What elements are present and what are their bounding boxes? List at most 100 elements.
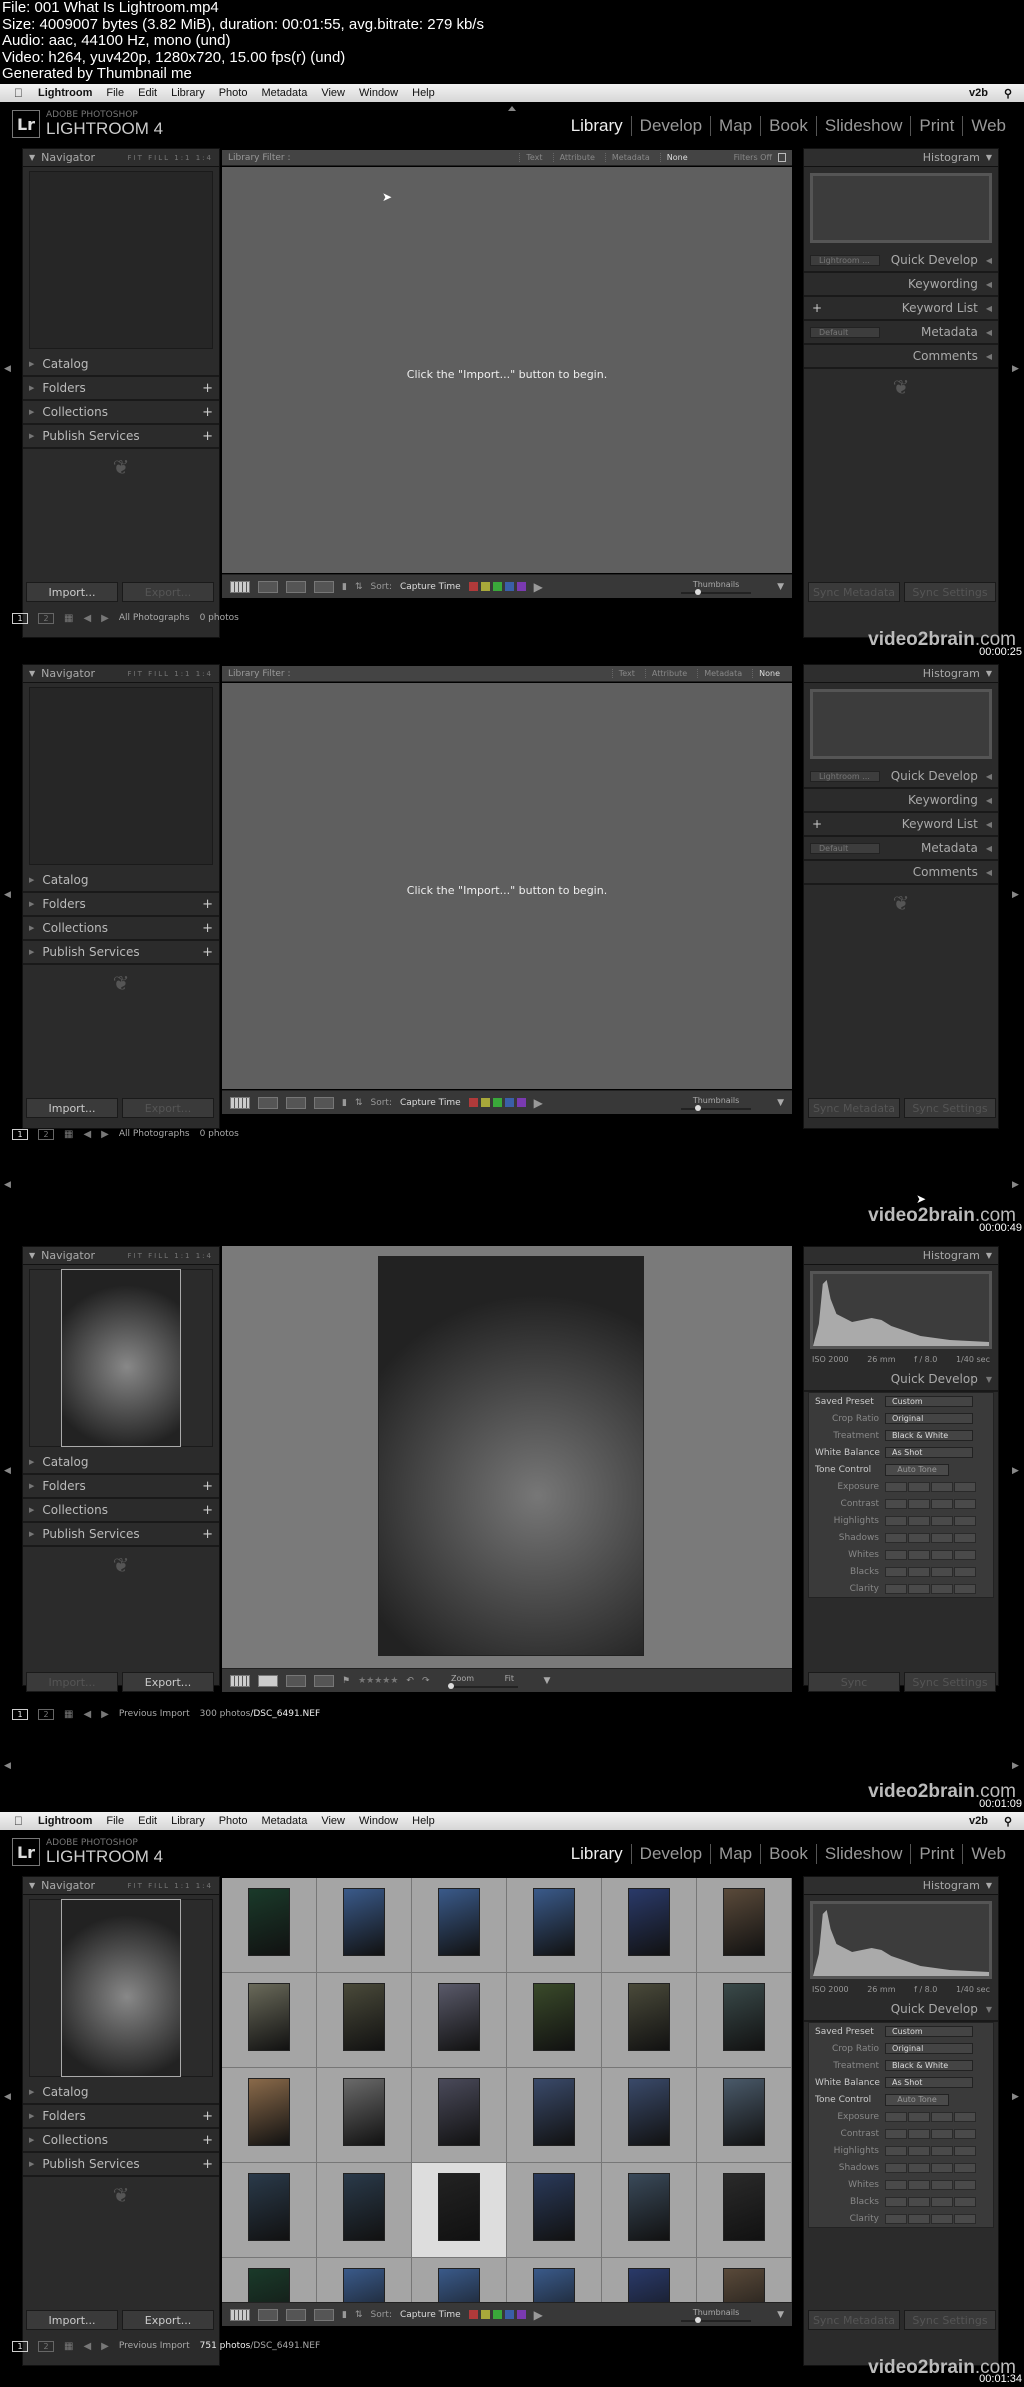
photo-thumbnail[interactable] <box>248 1983 290 2051</box>
thumbnail-cell[interactable] <box>222 2068 317 2163</box>
export-button[interactable]: Export... <box>122 1672 214 1692</box>
loupe-view-icon[interactable] <box>258 580 278 593</box>
module-print[interactable]: Print <box>910 116 962 136</box>
forward-arrow-icon[interactable]: ▶ <box>101 613 109 624</box>
photo-thumbnail[interactable] <box>628 2078 670 2146</box>
color-label-blue[interactable] <box>504 582 514 591</box>
grid-icon[interactable]: ▦ <box>64 613 73 624</box>
panel-keywording[interactable]: Keywording ◀ <box>804 273 998 297</box>
grid-view-icon[interactable] <box>230 580 250 593</box>
sort-select[interactable]: Capture Time <box>400 582 461 592</box>
sort-direction-icon[interactable]: ⇅ <box>355 1098 363 1108</box>
grid-view-icon[interactable] <box>230 1096 250 1109</box>
filter-metadata[interactable]: Metadata <box>604 153 656 162</box>
shadows-steppers[interactable] <box>885 1532 977 1543</box>
sync-button[interactable]: Sync <box>808 1672 900 1692</box>
photo-thumbnail[interactable] <box>533 2173 575 2241</box>
exposure-steppers[interactable] <box>885 1481 977 1492</box>
rotate-left-icon[interactable]: ↶ <box>406 1676 414 1686</box>
panel-metadata[interactable]: Default Metadata ◀ <box>804 321 998 345</box>
filter-none[interactable]: None <box>659 153 694 162</box>
thumbnail-cell[interactable] <box>697 1878 792 1973</box>
add-icon[interactable]: + <box>202 921 213 936</box>
sync-metadata-button[interactable]: Sync Metadata <box>808 582 900 602</box>
panel-comments[interactable]: Comments ◀ <box>804 345 998 369</box>
blacks-steppers[interactable] <box>885 1566 977 1577</box>
thumbnail-cell[interactable] <box>507 2163 602 2258</box>
sort-select[interactable]: Capture Time <box>400 1098 461 1108</box>
auto-tone-button[interactable]: Auto Tone <box>885 1463 949 1476</box>
flag-icon[interactable]: ⚑ <box>342 1676 350 1686</box>
menu-help[interactable]: Help <box>412 87 435 99</box>
thumbnail-cell[interactable] <box>412 2163 507 2258</box>
photo-thumbnail[interactable] <box>248 1888 290 1956</box>
play-slideshow-icon[interactable]: ▶ <box>534 1096 543 1110</box>
qd-preset-select[interactable]: Lightroom ... <box>810 254 880 266</box>
compare-view-icon[interactable] <box>286 1096 306 1109</box>
module-library[interactable]: Library <box>563 116 631 136</box>
filter-attribute[interactable]: Attribute <box>552 153 601 162</box>
toolbar-menu-icon[interactable]: ▼ <box>777 582 784 592</box>
color-label-yellow[interactable] <box>480 582 490 591</box>
thumbnail-size-slider[interactable]: Thumbnails <box>681 580 752 595</box>
crop-ratio-select[interactable]: Original <box>885 1413 973 1424</box>
navigator-header[interactable]: ▼ Navigator FIT FILL 1:1 1:4 <box>23 1247 219 1265</box>
panel-publish-services[interactable]: ▶ Publish Services + <box>23 425 219 449</box>
filter-text[interactable]: Text <box>519 153 548 162</box>
photo-thumbnail[interactable] <box>628 1983 670 2051</box>
photo-thumbnail[interactable] <box>438 2268 480 2302</box>
thumbnail-cell[interactable] <box>222 2258 317 2302</box>
loupe-view-icon[interactable] <box>258 1096 278 1109</box>
panel-folders[interactable]: ▶ Folders + <box>23 377 219 401</box>
navigator-thumbnail[interactable] <box>61 1899 181 2077</box>
menu-library[interactable]: Library <box>171 87 205 99</box>
spray-can-icon[interactable]: ▮ <box>342 1098 347 1108</box>
module-map[interactable]: Map <box>710 116 760 136</box>
sync-metadata-button[interactable]: Sync Metadata <box>808 1098 900 1118</box>
photo-thumbnail[interactable] <box>343 2268 385 2302</box>
photo-thumbnail[interactable] <box>628 1888 670 1956</box>
module-develop[interactable]: Develop <box>630 116 710 136</box>
treatment-select[interactable]: Black & White <box>885 1430 973 1441</box>
thumbnail-cell[interactable] <box>507 2258 602 2302</box>
saved-preset-select[interactable]: Custom <box>885 1396 973 1407</box>
thumbnail-cell[interactable] <box>222 1878 317 1973</box>
color-label-red[interactable] <box>468 582 478 591</box>
navigator-header[interactable]: ▼ Navigator FIT FILL 1:1 1:4 <box>23 665 219 683</box>
photo-thumbnail[interactable] <box>723 2078 765 2146</box>
thumbnail-cell[interactable] <box>412 1878 507 1973</box>
panel-folders[interactable]: ▶ Folders + <box>23 893 219 917</box>
photo-thumbnail[interactable] <box>438 1888 480 1956</box>
main-screen-button[interactable]: 1 <box>12 612 28 624</box>
thumbnail-cell[interactable] <box>602 2258 697 2302</box>
panel-collections[interactable]: ▶ Collections + <box>23 401 219 425</box>
thumbnail-cell[interactable] <box>697 1973 792 2068</box>
module-slideshow[interactable]: Slideshow <box>815 116 911 136</box>
sync-settings-button[interactable]: Sync Settings <box>904 1672 996 1692</box>
photo-thumbnail[interactable] <box>723 2268 765 2302</box>
contrast-steppers[interactable] <box>885 1498 977 1509</box>
thumbnail-cell[interactable] <box>412 1973 507 2068</box>
thumbnail-cell[interactable] <box>697 2163 792 2258</box>
thumbnail-cell[interactable] <box>222 2163 317 2258</box>
photo-count[interactable]: 0 photos <box>200 613 239 623</box>
photo-thumbnail[interactable] <box>343 2078 385 2146</box>
photo-thumbnail[interactable] <box>343 1983 385 2051</box>
photo-thumbnail[interactable] <box>533 2268 575 2302</box>
photo-thumbnail[interactable] <box>723 1983 765 2051</box>
thumbnail-cell[interactable] <box>317 2068 412 2163</box>
import-button[interactable]: Import... <box>26 1098 118 1118</box>
panel-quick-develop[interactable]: Quick Develop ▼ <box>804 1368 998 1392</box>
export-button[interactable]: Export... <box>122 1098 214 1118</box>
thumbnail-cell[interactable] <box>317 2163 412 2258</box>
whites-steppers[interactable] <box>885 1549 977 1560</box>
menu-window[interactable]: Window <box>359 87 398 99</box>
second-screen-button[interactable]: 2 <box>38 612 54 624</box>
photo-thumbnail[interactable] <box>248 2078 290 2146</box>
star-rating[interactable]: ★★★★★ <box>358 1676 398 1686</box>
import-button[interactable]: Import... <box>26 1672 118 1692</box>
lock-icon[interactable] <box>778 153 786 162</box>
white-balance-select[interactable]: As Shot <box>885 1447 973 1458</box>
photo-thumbnail[interactable] <box>628 2173 670 2241</box>
collapse-right-icon[interactable]: ▶ <box>1012 364 1019 374</box>
